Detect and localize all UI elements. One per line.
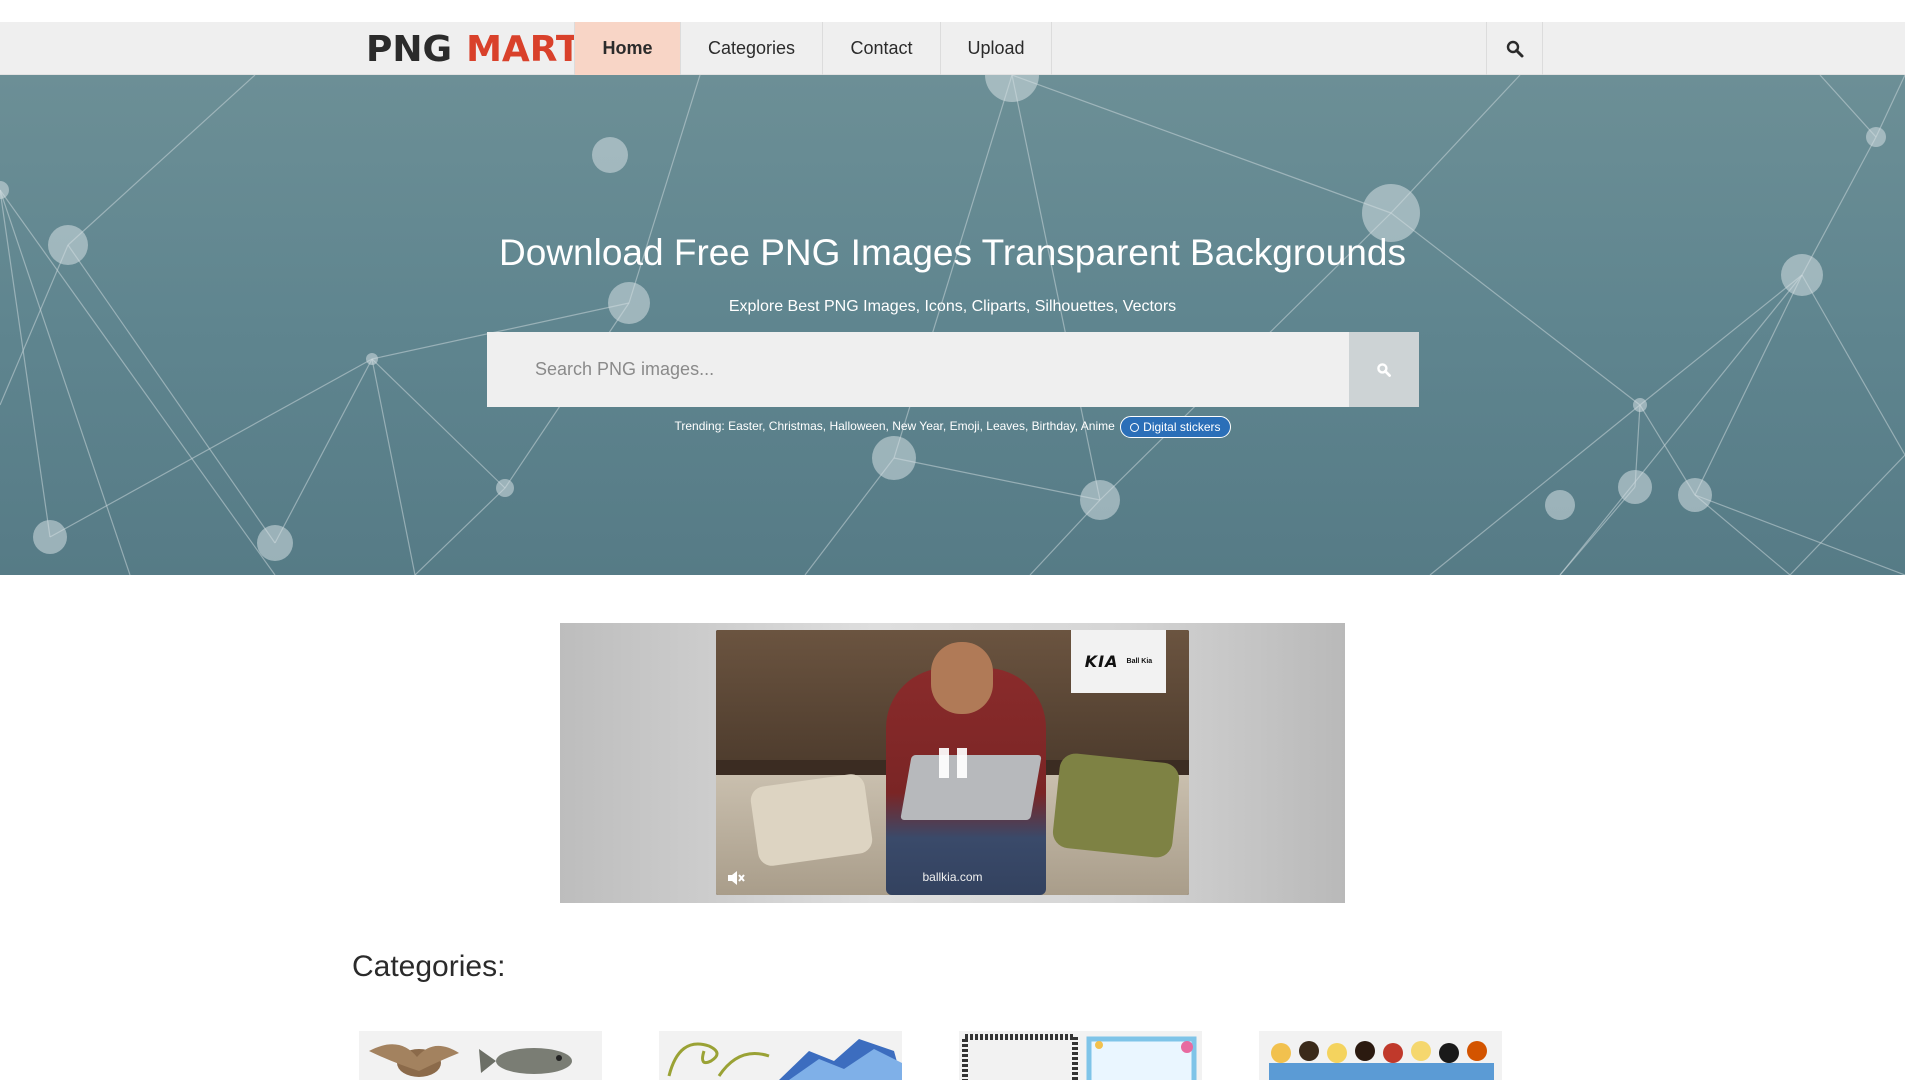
trending-link-halloween[interactable]: Halloween [829, 419, 885, 433]
video-pillow-right [1051, 751, 1181, 860]
digital-stickers-pill[interactable]: Digital stickers [1120, 416, 1231, 438]
category-thumb-frames[interactable] [959, 1031, 1202, 1080]
nav-categories[interactable]: Categories [680, 22, 822, 75]
video-person-head [931, 642, 993, 714]
animals-image [369, 1044, 572, 1077]
logo-part-2: MART [466, 28, 581, 70]
magnifier-icon [1377, 362, 1391, 377]
kia-logo: KIA [1084, 652, 1119, 671]
pill-label: Digital stickers [1143, 420, 1221, 434]
hero-title: Download Free PNG Images Transparent Bac… [499, 232, 1406, 273]
categories-heading: Categories: [352, 950, 506, 983]
trending-bar: Trending: Easter, Christmas, Halloween, … [0, 416, 1905, 438]
trending-link-new-year[interactable]: New Year [892, 419, 943, 433]
search-button[interactable] [1349, 332, 1419, 407]
trending-link-emoji[interactable]: Emoji [950, 419, 980, 433]
trending-link-leaves[interactable]: Leaves [986, 419, 1025, 433]
top-strip [0, 0, 1905, 22]
site-header: PNG MART Home Categories Contact Upload [0, 22, 1905, 75]
main-nav: Home Categories Contact Upload [574, 22, 1052, 75]
trending-link-easter[interactable]: Easter [728, 419, 762, 433]
page: PNG MART Home Categories Contact Upload [0, 0, 1920, 1080]
site-logo[interactable]: PNG MART [366, 28, 581, 70]
ad-url: ballkia.com [922, 870, 983, 884]
advertiser-badge[interactable]: KIA Ball Kia [1071, 630, 1166, 693]
princesses-image [1269, 1041, 1494, 1080]
network-background [0, 75, 1905, 575]
trending-label: Trending: [674, 419, 725, 434]
logo-part-1: PNG [366, 28, 453, 70]
trending-link-birthday[interactable]: Birthday [1032, 419, 1075, 433]
trending-link-anime[interactable]: Anime [1081, 419, 1115, 433]
pause-icon[interactable] [939, 748, 967, 778]
hero-banner: Download Free PNG Images Transparent Bac… [0, 75, 1905, 575]
nav-upload[interactable]: Upload [940, 22, 1052, 75]
header-search-button[interactable] [1486, 22, 1543, 75]
sticker-icon [1130, 422, 1140, 432]
category-thumb-princesses[interactable] [1259, 1031, 1502, 1080]
advertiser-name: Ball Kia [1126, 658, 1153, 665]
nav-contact[interactable]: Contact [822, 22, 940, 75]
trending-link-christmas[interactable]: Christmas [769, 419, 823, 433]
search-input[interactable] [487, 332, 1349, 407]
frames-image [962, 1034, 1197, 1080]
nav-home[interactable]: Home [574, 22, 680, 75]
video-pillow-left [748, 772, 875, 868]
magnifier-icon [1506, 40, 1523, 57]
category-thumb-animals[interactable] [359, 1031, 602, 1080]
video-laptop [900, 755, 1042, 820]
hero-subtitle: Explore Best PNG Images, Icons, Cliparts… [728, 298, 1177, 315]
ad-video[interactable]: KIA Ball Kia ballkia.com [716, 630, 1189, 895]
category-thumb-swirls[interactable] [659, 1031, 902, 1080]
swirls-image [667, 1039, 902, 1080]
